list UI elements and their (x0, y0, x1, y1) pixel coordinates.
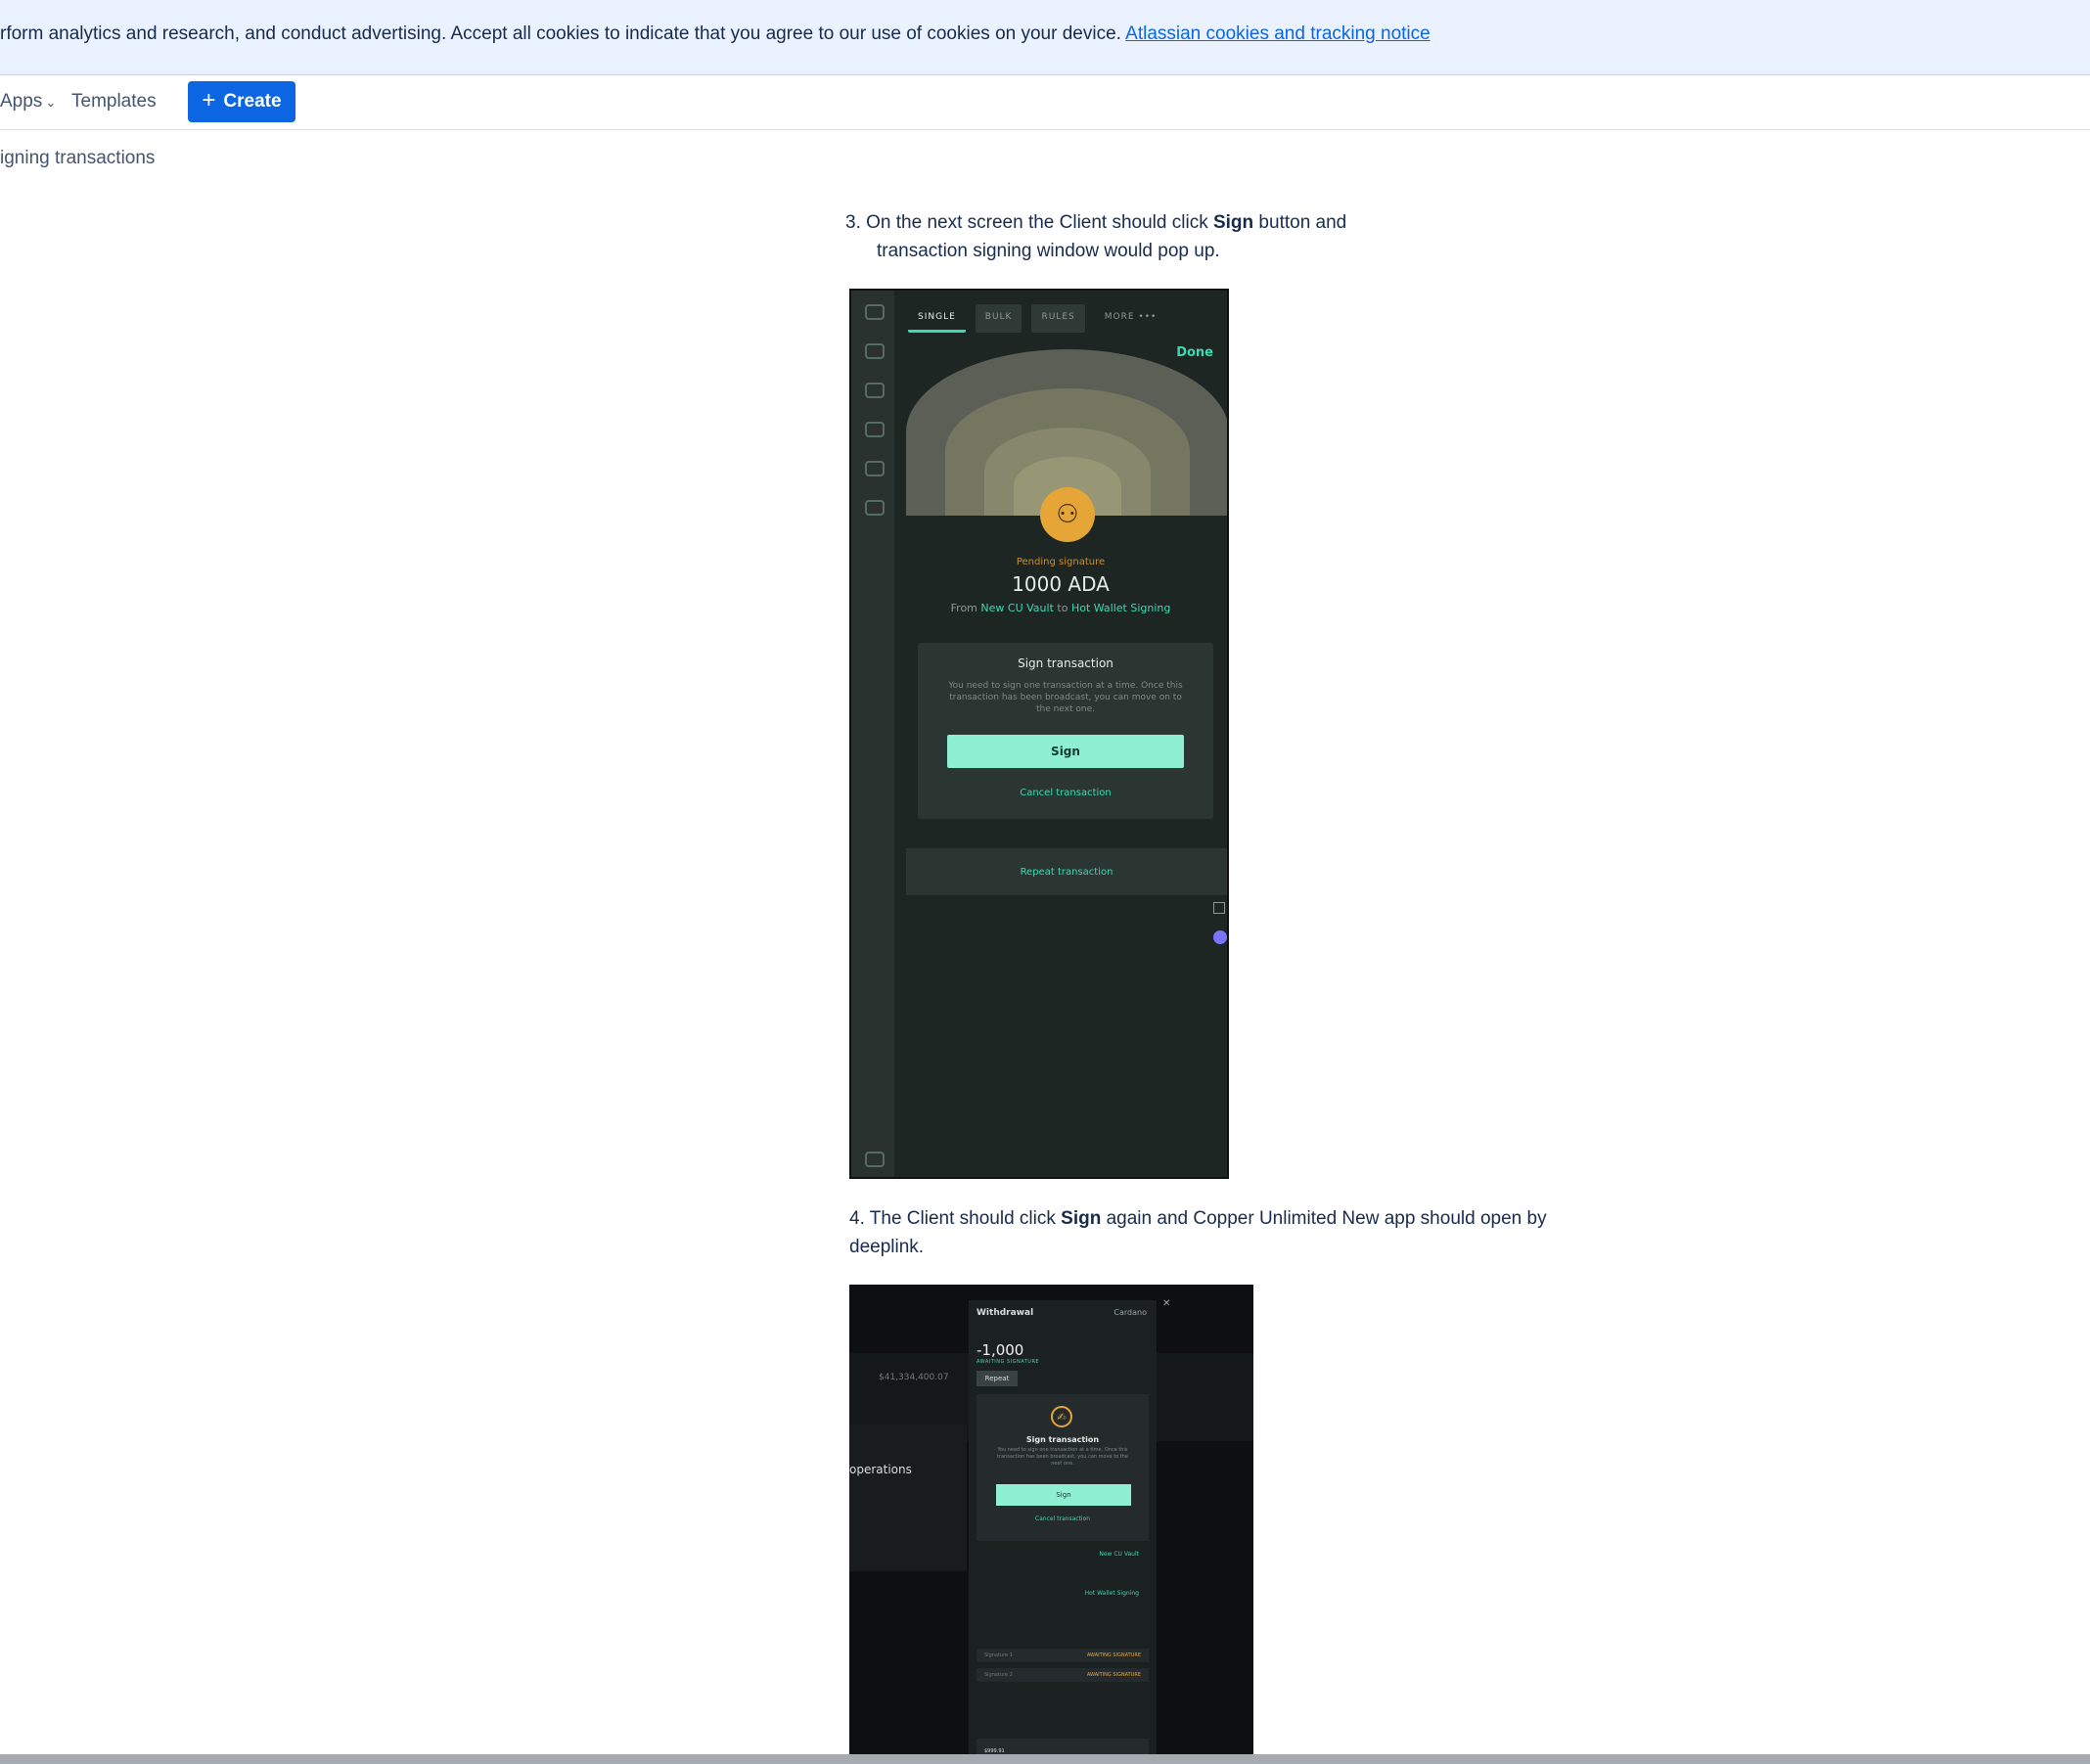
card-description: You need to sign one transaction at a ti… (948, 681, 1183, 714)
cookie-notice-link[interactable]: Atlassian cookies and tracking notice (1125, 23, 1431, 44)
transfer-icon (865, 304, 885, 320)
cookie-banner: rform analytics and research, and conduc… (0, 0, 2090, 75)
to-vault: Hot Wallet Signing (1070, 602, 1171, 614)
apps-menu[interactable]: Apps ⌄ (0, 91, 56, 113)
deposit-icon (865, 343, 885, 359)
step-4-bold: Sign (1061, 1208, 1102, 1229)
network-label: Cardano (1113, 1308, 1147, 1317)
sign-button: Sign (996, 1484, 1131, 1506)
cookie-text: rform analytics and research, and conduc… (0, 23, 1121, 44)
signature-row: Signature 1 AWAITING SIGNATURE (977, 1649, 1149, 1662)
grid-icon (1213, 902, 1225, 914)
close-icon: ✕ (1162, 1298, 1171, 1309)
route: From New CU Vault to Hot Wallet Signing (851, 602, 1227, 614)
signature-label: Signature 2 (984, 1672, 1013, 1678)
signing-window-screenshot: SINGLE BULK RULES MORE ••• Done ⚇ Pendin… (849, 289, 1229, 1179)
from-vault: New CU Vault (1099, 1551, 1139, 1558)
breadcrumb[interactable]: igning transactions (0, 148, 155, 169)
generate-icon (865, 500, 885, 516)
sign-transaction-card: Sign transaction You need to sign one tr… (918, 643, 1213, 819)
withdrawal-modal: Withdrawal Cardano -1,000 AWAITING SIGNA… (969, 1300, 1157, 1764)
tab-single: SINGLE (908, 304, 966, 333)
step-3-line2: transaction signing window would pop up. (877, 241, 1220, 261)
create-label: Create (223, 91, 282, 112)
step-4-prefix: 4. The Client should click (849, 1208, 1062, 1229)
card-title: Sign transaction (1018, 656, 1113, 670)
step-3-prefix: 3. On the next screen the Client should … (845, 212, 1213, 233)
plus-icon: + (202, 87, 216, 113)
to-label: to (1057, 602, 1068, 614)
amount: -1,000 (977, 1341, 1024, 1359)
tabs: SINGLE BULK RULES MORE ••• (908, 304, 1166, 333)
from-vault: New CU Vault (980, 602, 1054, 614)
signature-row: Signature 2 AWAITING SIGNATURE (977, 1668, 1149, 1682)
cancel-transaction-link: Cancel transaction (1034, 1515, 1091, 1522)
step-4-text: 4. The Client should click Sign again an… (849, 1204, 1547, 1234)
settle-icon (865, 422, 885, 437)
step-4-suffix: again and Copper Unlimited New app shoul… (1101, 1208, 1547, 1229)
signature-icon: ✍ (1051, 1406, 1072, 1427)
repeat-transaction: Repeat transaction (906, 848, 1227, 895)
step-3-suffix: button and (1253, 212, 1347, 233)
pending-signature: Pending signature (1016, 557, 1106, 567)
side-rail (851, 291, 894, 1177)
available-value: $41,334,400.07 (879, 1373, 949, 1382)
cancel-transaction-link: Cancel transaction (1020, 788, 1112, 798)
cookie-message: rform analytics and research, and conduc… (0, 23, 1431, 45)
signature-label: Signature 1 (984, 1652, 1013, 1658)
modal-title: Withdrawal (977, 1308, 1034, 1318)
card-description: You need to sign one transaction at a ti… (996, 1447, 1129, 1467)
to-vault: Hot Wallet Signing (1084, 1590, 1139, 1597)
bottom-scrollbar[interactable] (0, 1754, 2090, 1764)
apps-label: Apps (0, 91, 43, 112)
amount: 1000 ADA (1012, 572, 1110, 596)
sign-transaction-card: ✍ Sign transaction You need to sign one … (977, 1394, 1149, 1541)
deeplink-screenshot: $41,334,400.07 operations ✕ Withdrawal C… (849, 1285, 1253, 1764)
top-navigation: Apps ⌄ Templates + Create (0, 75, 2090, 130)
signature-status: AWAITING SIGNATURE (1086, 1652, 1141, 1658)
operations-heading: operations (849, 1463, 912, 1476)
repeat-button: Repeat (977, 1371, 1018, 1386)
tab-bulk: BULK (975, 304, 1022, 333)
from-label: From (950, 602, 977, 614)
step-4-line2: deeplink. (849, 1237, 925, 1257)
chevron-down-icon: ⌄ (45, 95, 57, 110)
awaiting-status: AWAITING SIGNATURE (977, 1359, 1040, 1365)
step-3-bold: Sign (1212, 212, 1254, 233)
help-icon (865, 1152, 885, 1167)
card-title: Sign transaction (1025, 1435, 1100, 1444)
templates-link[interactable]: Templates (71, 91, 157, 113)
stake-icon (865, 461, 885, 476)
clearloop-icon (865, 383, 885, 398)
create-button[interactable]: + Create (188, 81, 295, 122)
done-link: Done (1176, 345, 1213, 360)
step-3-text: 3. On the next screen the Client should … (845, 208, 1346, 238)
user-check-icon: ⚇ (1040, 487, 1095, 542)
bot-icon (1213, 930, 1227, 944)
signature-status: AWAITING SIGNATURE (1086, 1672, 1141, 1678)
tab-more: MORE ••• (1104, 312, 1158, 322)
sign-button: Sign (947, 735, 1184, 768)
background-card (849, 1425, 967, 1571)
tab-rules: RULES (1031, 304, 1085, 333)
